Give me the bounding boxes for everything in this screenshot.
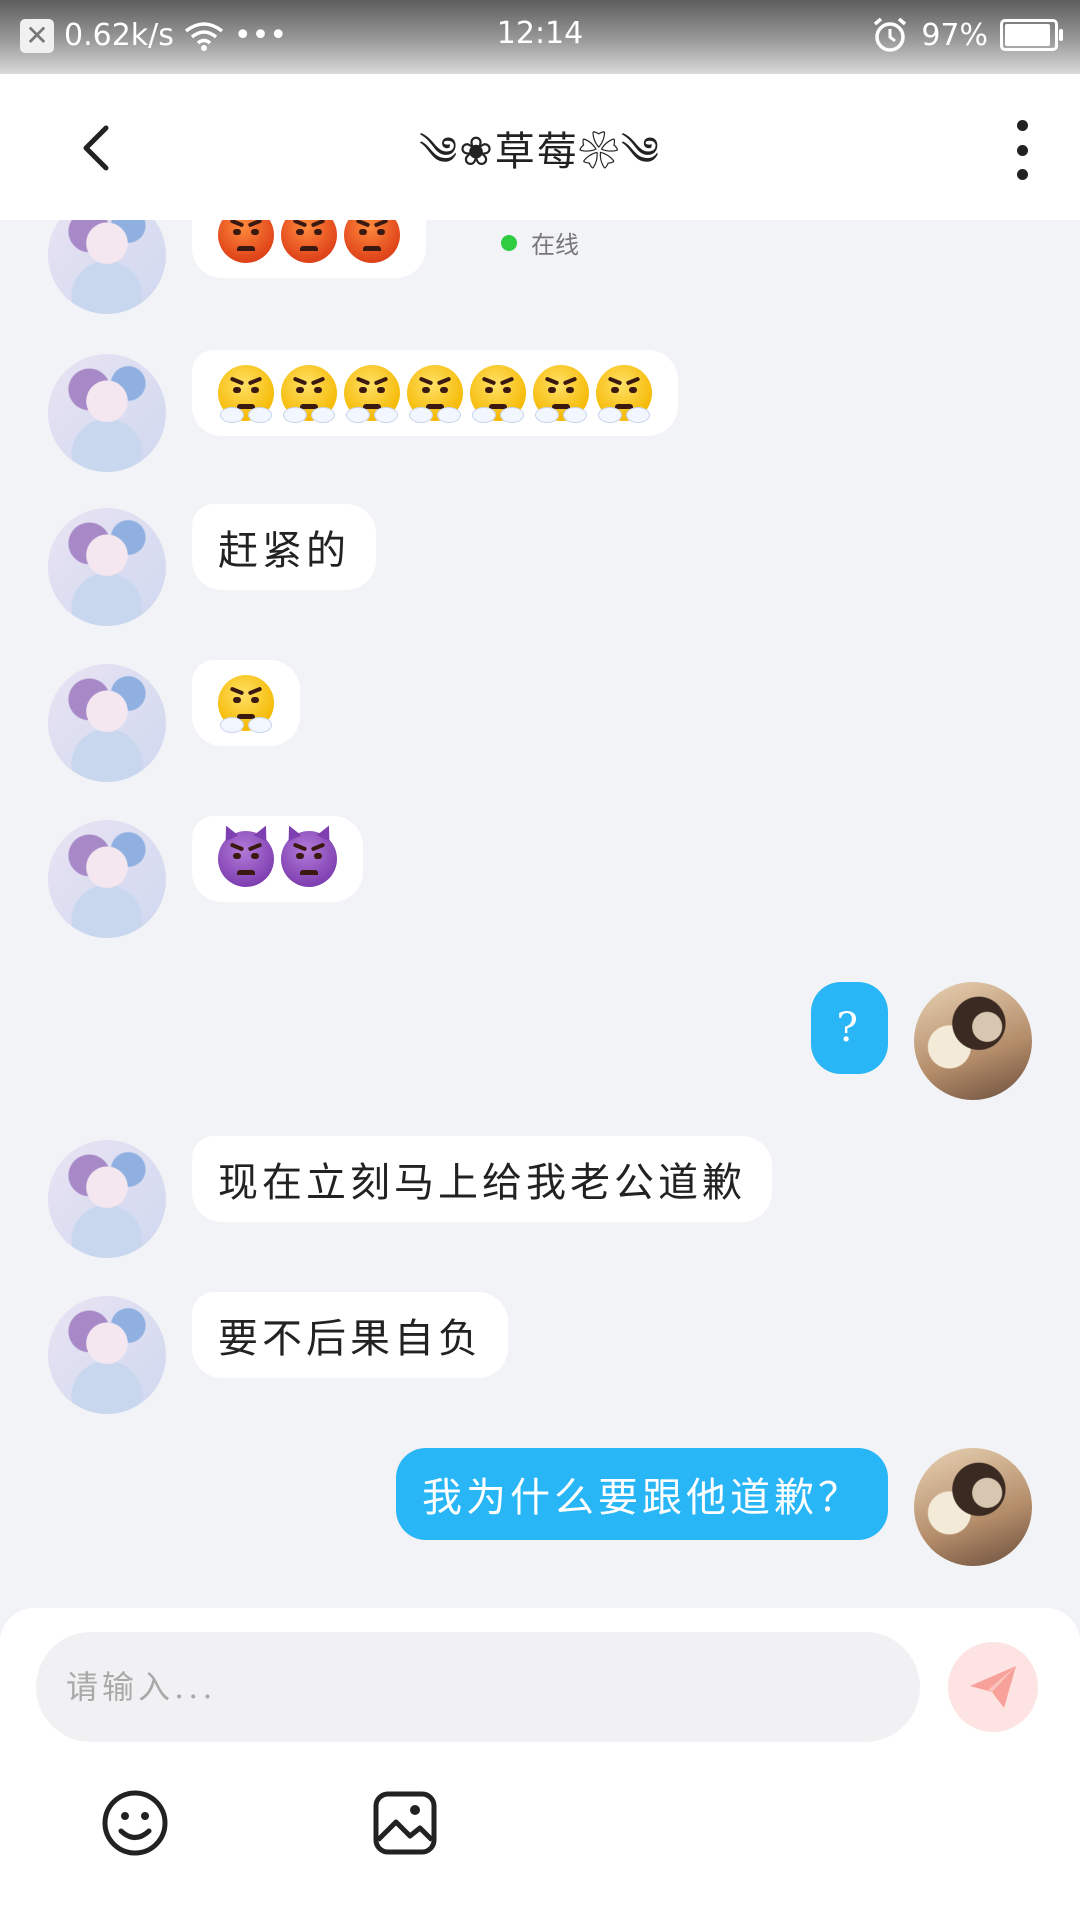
steam-face-emoji [344, 365, 400, 423]
message-list[interactable]: 赶紧的? 现在立刻马上给我老公道歉 要不后果自负我为什么要跟他道歉？ [0, 220, 1080, 1610]
chat-header: ༄❀草莓❀༄ 在线 [0, 74, 1080, 259]
incoming-message [0, 660, 1080, 790]
contact-avatar[interactable] [48, 354, 166, 472]
battery-icon [1000, 19, 1063, 51]
emoji-picker-button[interactable] [100, 1788, 170, 1858]
message-text: ? [836, 1005, 862, 1051]
contact-avatar[interactable] [48, 508, 166, 626]
title-decor-left: ༄ [419, 129, 460, 175]
angry-devil-emoji [218, 822, 274, 887]
angry-devil-emoji [281, 822, 337, 887]
angry-face-emoji [281, 220, 337, 263]
more-options-button[interactable] [1010, 120, 1034, 180]
more-dot-icon [1016, 120, 1028, 131]
message-bubble[interactable] [192, 350, 678, 436]
more-dot-icon [1016, 169, 1028, 180]
battery-percent: 97% [921, 17, 988, 53]
angry-face-emoji [218, 220, 274, 263]
message-bubble[interactable]: 我为什么要跟他道歉？ [396, 1448, 888, 1540]
message-bubble[interactable]: 赶紧的 [192, 504, 376, 590]
steam-face-emoji [281, 365, 337, 423]
paper-plane-icon [970, 1666, 1016, 1708]
message-text: 要不后果自负 [218, 1316, 482, 1362]
steam-face-emoji [218, 675, 274, 733]
incoming-message: 要不后果自负 [0, 1292, 1080, 1422]
emoji-row [218, 220, 400, 263]
emoji-row [218, 365, 652, 423]
outgoing-message: 我为什么要跟他道歉？ [0, 1448, 1080, 1578]
more-dot-icon [1016, 144, 1028, 156]
contact-avatar[interactable] [48, 1296, 166, 1414]
message-text: 赶紧的 [218, 528, 350, 574]
image-picker-button[interactable] [370, 1788, 440, 1858]
contact-avatar[interactable] [48, 220, 166, 314]
title-decor-right: ༄ [620, 129, 661, 175]
message-bubble[interactable]: ? [810, 982, 888, 1074]
message-bubble[interactable] [192, 660, 300, 746]
composer [0, 1608, 1080, 1920]
message-text: 现在立刻马上给我老公道歉 [218, 1160, 746, 1206]
steam-face-emoji [407, 365, 463, 423]
incoming-message: 赶紧的 [0, 504, 1080, 634]
contact-avatar[interactable] [48, 664, 166, 782]
emoji-row [218, 675, 274, 733]
steam-face-emoji [470, 365, 526, 423]
incoming-message [0, 350, 1080, 480]
incoming-message: 现在立刻马上给我老公道歉 [0, 1136, 1080, 1266]
contact-avatar[interactable] [48, 820, 166, 938]
message-bubble[interactable] [192, 816, 363, 902]
steam-face-emoji [218, 365, 274, 423]
send-button[interactable] [948, 1642, 1038, 1732]
contact-avatar[interactable] [48, 1140, 166, 1258]
steam-face-emoji [596, 365, 652, 423]
message-bubble[interactable] [192, 220, 426, 278]
message-input[interactable] [36, 1632, 920, 1742]
message-bubble[interactable]: 现在立刻马上给我老公道歉 [192, 1136, 772, 1222]
emoji-row [218, 822, 337, 887]
message-text: 我为什么要跟他道歉？ [422, 1475, 862, 1521]
status-bar: ✕ 0.62k/s ••• 12:14 97% [0, 0, 1080, 74]
my-avatar[interactable] [914, 982, 1032, 1100]
message-bubble[interactable]: 要不后果自负 [192, 1292, 508, 1378]
steam-face-emoji [533, 365, 589, 423]
contact-name: ༄❀草莓❀༄ [0, 106, 1080, 219]
alarm-icon [874, 17, 907, 52]
my-avatar[interactable] [914, 1448, 1032, 1566]
outgoing-message: ? [0, 982, 1080, 1112]
angry-face-emoji [344, 220, 400, 263]
contact-name-text: ❀草莓❀ [459, 129, 621, 175]
incoming-message [0, 816, 1080, 946]
incoming-message [0, 220, 1080, 322]
